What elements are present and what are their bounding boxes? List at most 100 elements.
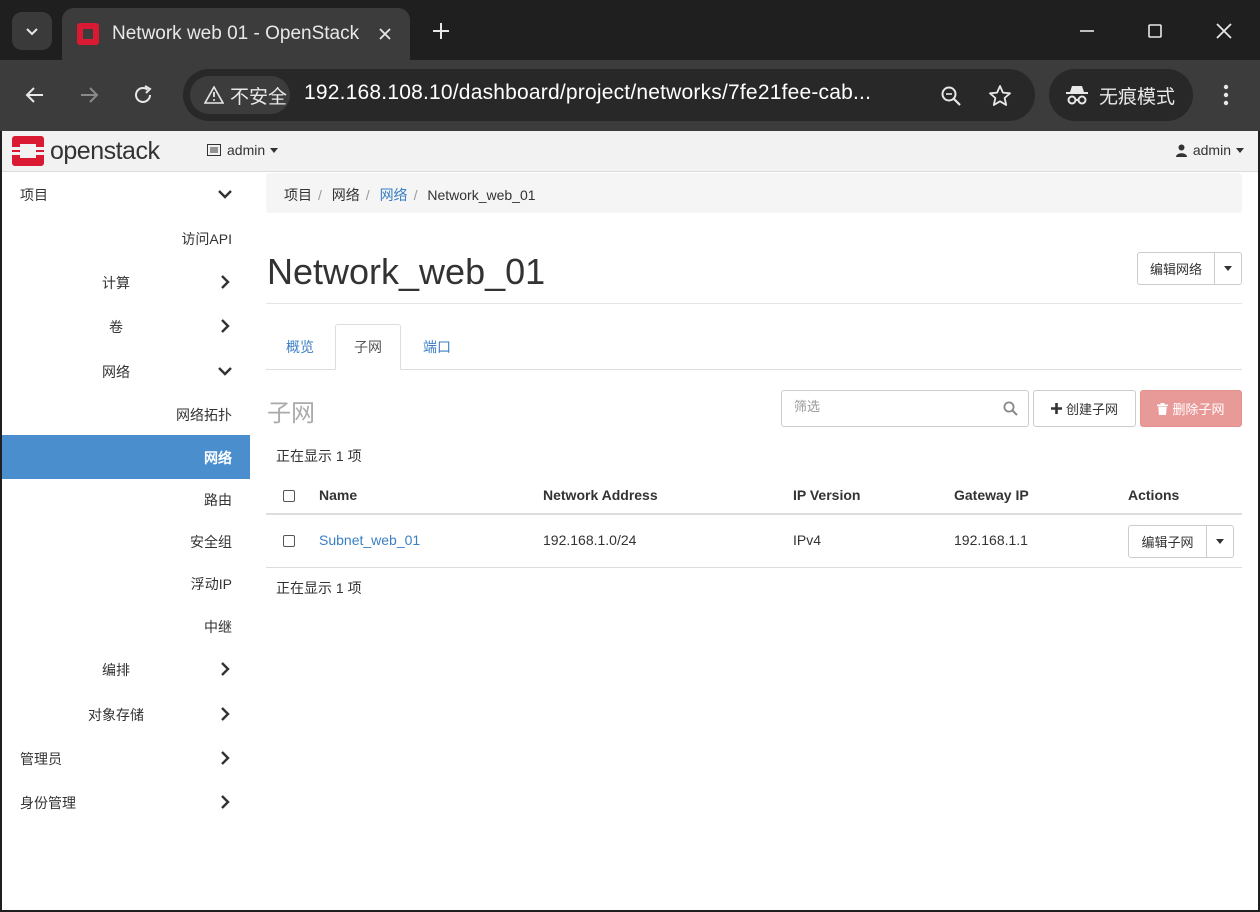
tab-close-icon[interactable]: [374, 23, 396, 45]
chevron-right-icon: [221, 707, 230, 721]
incognito-indicator[interactable]: 无痕模式: [1049, 69, 1193, 121]
sidebar-item-label: 网络: [102, 364, 130, 380]
sidebar: 项目 访问API 计算 卷 网络 网络拓扑 网络 路由 安全组 浮动IP 中继 …: [2, 172, 250, 910]
project-selector[interactable]: admin: [207, 142, 279, 158]
page-title: Network_web_01: [267, 251, 546, 292]
openstack-logo-icon: [12, 136, 44, 166]
sidebar-item-security-groups[interactable]: 安全组: [2, 519, 250, 563]
sidebar-item-label: 浮动IP: [190, 576, 232, 592]
browser-tab[interactable]: Network web 01 - OpenStack: [62, 8, 410, 60]
row-actions-dropdown-toggle[interactable]: [1206, 525, 1234, 558]
sidebar-item-identity[interactable]: 身份管理: [2, 780, 250, 824]
sidebar-item-label: 项目: [20, 187, 48, 203]
breadcrumb-link-networks[interactable]: 网络: [380, 187, 408, 203]
tab-label: 端口: [423, 339, 451, 355]
caret-down-icon: [1236, 147, 1244, 153]
sidebar-item-label: 编排: [102, 662, 130, 678]
sidebar-item-project[interactable]: 项目: [2, 172, 250, 216]
filter-box: [781, 390, 1029, 427]
more-vertical-icon: [1223, 84, 1229, 106]
reload-icon: [135, 85, 152, 103]
subnet-network-address: 192.168.1.0/24: [543, 532, 637, 548]
warning-icon: [204, 86, 224, 104]
address-bar[interactable]: 不安全 192.168.108.10/dashboard/project/net…: [183, 69, 1035, 121]
sidebar-item-label: 对象存储: [88, 707, 144, 723]
reload-button[interactable]: [125, 77, 161, 113]
caret-down-icon: [1216, 539, 1224, 544]
sidebar-item-label: 中继: [204, 619, 232, 635]
sidebar-item-api-access[interactable]: 访问API: [2, 216, 250, 260]
sidebar-item-routers[interactable]: 路由: [2, 477, 250, 521]
page: openstack admin admin 项目 访问API 计算 卷 网络 网…: [2, 131, 1258, 910]
tab-ports[interactable]: 端口: [407, 324, 467, 370]
sidebar-item-network-group[interactable]: 网络: [2, 349, 250, 393]
url-text[interactable]: 192.168.108.10/dashboard/project/network…: [304, 81, 914, 105]
sidebar-item-networks[interactable]: 网络: [2, 435, 250, 479]
row-checkbox[interactable]: [283, 535, 295, 547]
tab-label: 子网: [354, 339, 382, 355]
column-header-network-address[interactable]: Network Address: [543, 487, 658, 503]
sidebar-item-network-topology[interactable]: 网络拓扑: [2, 392, 250, 436]
sidebar-item-object-store[interactable]: 对象存储: [2, 692, 250, 736]
sidebar-item-floating-ips[interactable]: 浮动IP: [2, 561, 250, 605]
incognito-icon: [1066, 86, 1088, 105]
create-subnet-button[interactable]: 创建子网: [1033, 390, 1136, 427]
chevron-down-icon: [218, 190, 232, 199]
delete-subnets-label: 删除子网: [1172, 402, 1225, 417]
security-indicator[interactable]: 不安全: [190, 76, 290, 114]
list-icon: [207, 144, 221, 156]
tab-title: Network web 01 - OpenStack: [112, 23, 360, 44]
user-name: admin: [1192, 142, 1231, 158]
edit-subnet-button[interactable]: 编辑子网: [1128, 525, 1207, 558]
sidebar-item-label: 计算: [102, 275, 130, 291]
back-button[interactable]: [17, 77, 53, 113]
sidebar-item-admin[interactable]: 管理员: [2, 736, 250, 780]
caret-down-icon: [1224, 266, 1232, 271]
sidebar-item-orchestration[interactable]: 编排: [2, 647, 250, 691]
sidebar-item-label: 路由: [204, 492, 232, 508]
chevron-down-icon: [26, 28, 38, 36]
breadcrumb-item-current: Network_web_01: [427, 187, 536, 203]
table-row: Subnet_web_01 192.168.1.0/24 IPv4 192.16…: [266, 515, 1242, 568]
delete-subnets-button[interactable]: 删除子网: [1140, 390, 1242, 427]
minimize-window-button[interactable]: [1070, 14, 1104, 48]
user-icon: [1175, 144, 1187, 157]
arrow-left-icon: [25, 87, 43, 103]
close-window-button[interactable]: [1207, 14, 1241, 48]
items-count-bottom: 正在显示 1 项: [276, 580, 362, 596]
project-name: admin: [227, 142, 266, 158]
chevron-right-icon: [221, 751, 230, 765]
tab-overview[interactable]: 概览: [270, 324, 330, 370]
new-tab-button[interactable]: [426, 16, 456, 46]
sidebar-item-volumes[interactable]: 卷: [2, 304, 250, 348]
edit-network-dropdown-toggle[interactable]: [1214, 252, 1242, 285]
column-header-ip-version[interactable]: IP Version: [793, 487, 860, 503]
create-subnet-label: 创建子网: [1065, 402, 1118, 417]
sidebar-item-label: 网络: [204, 450, 232, 466]
edit-network-button[interactable]: 编辑网络: [1137, 252, 1215, 285]
column-header-name[interactable]: Name: [319, 487, 357, 503]
column-header-gateway-ip[interactable]: Gateway IP: [954, 487, 1029, 503]
openstack-logo[interactable]: openstack: [12, 136, 160, 166]
chevron-down-icon: [218, 367, 232, 376]
tab-subnets[interactable]: 子网: [335, 324, 401, 370]
browser-menu-button[interactable]: [1208, 77, 1244, 113]
sidebar-item-compute[interactable]: 计算: [2, 260, 250, 304]
security-label: 不安全: [230, 86, 288, 108]
sidebar-item-label: 安全组: [190, 534, 232, 550]
sidebar-item-label: 身份管理: [20, 795, 76, 811]
tab-search-button[interactable]: [12, 12, 52, 50]
sidebar-item-label: 管理员: [20, 751, 62, 767]
user-menu[interactable]: admin: [1175, 142, 1244, 158]
select-all-checkbox[interactable]: [283, 490, 295, 502]
browser-toolbar: 不安全 192.168.108.10/dashboard/project/net…: [0, 60, 1260, 131]
search-icon[interactable]: [1003, 401, 1018, 416]
bookmark-star-icon[interactable]: [986, 82, 1014, 110]
subnet-name-link[interactable]: Subnet_web_01: [319, 532, 420, 548]
maximize-window-button[interactable]: [1138, 14, 1172, 48]
subnet-gateway-ip: 192.168.1.1: [954, 532, 1028, 548]
zoom-icon[interactable]: [937, 82, 965, 110]
filter-input[interactable]: [794, 399, 994, 414]
sidebar-item-trunks[interactable]: 中继: [2, 604, 250, 648]
forward-button[interactable]: [71, 77, 107, 113]
